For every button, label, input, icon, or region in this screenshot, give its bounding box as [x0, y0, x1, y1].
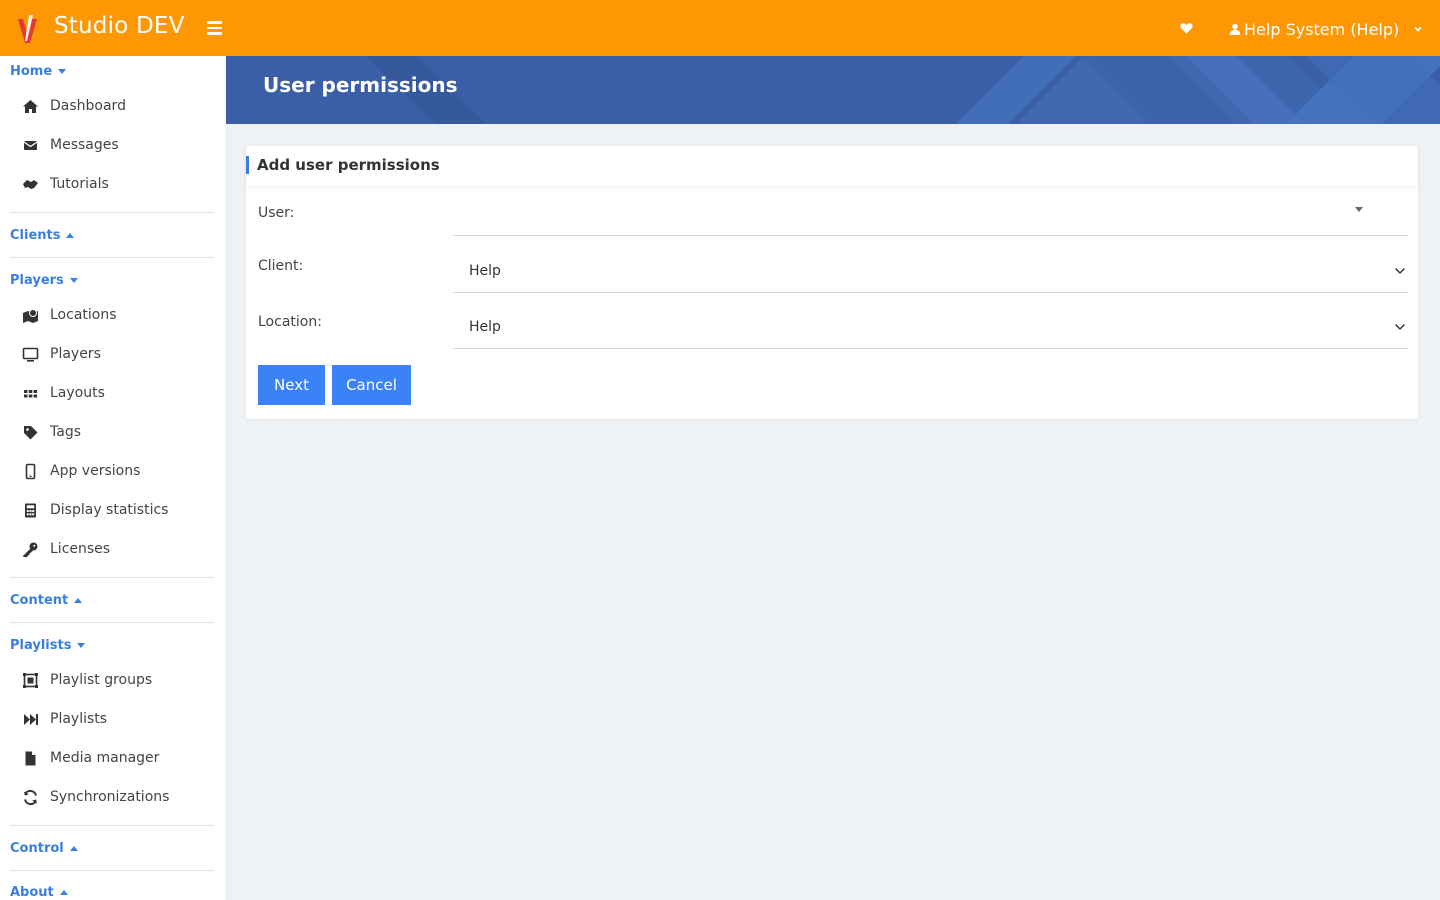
- sidebar-divider: [10, 257, 214, 258]
- user-menu[interactable]: Help System (Help): [1229, 18, 1423, 40]
- user-icon: [1229, 23, 1241, 35]
- calculator-icon: [25, 503, 36, 517]
- home-icon: [23, 99, 38, 113]
- sidebar-section-label: Playlists: [10, 638, 72, 653]
- sidebar-section-label: Home: [10, 64, 53, 79]
- page-header: User permissions: [226, 56, 1440, 124]
- chevron-down-icon: [1395, 324, 1405, 330]
- sidebar-item-licenses[interactable]: Licenses: [22, 537, 110, 561]
- user-label: User:: [258, 205, 295, 221]
- location-select[interactable]: Help: [453, 304, 1408, 349]
- handshake-icon: [23, 179, 38, 189]
- sidebar-divider: [10, 825, 214, 826]
- sidebar-item-label: Playlists: [50, 711, 108, 727]
- menu-toggle-icon[interactable]: [207, 21, 222, 35]
- sidebar-item-tags[interactable]: Tags: [22, 420, 81, 444]
- tag-icon: [24, 425, 38, 439]
- sidebar-section-playlists[interactable]: Playlists: [10, 638, 86, 653]
- sidebar-item-label: Display statistics: [50, 502, 169, 518]
- sidebar-section-label: About: [10, 885, 54, 900]
- client-label: Client:: [258, 258, 304, 274]
- location-label: Location:: [258, 314, 322, 330]
- caret-down-icon: [77, 643, 86, 648]
- sidebar-item-label: Layouts: [50, 385, 105, 401]
- envelope-icon: [23, 140, 38, 150]
- sidebar-item-label: Messages: [50, 137, 119, 153]
- sidebar-section-control[interactable]: Control: [10, 841, 78, 856]
- sidebar-divider: [10, 212, 214, 213]
- object-group-icon: [23, 672, 38, 688]
- sidebar-section-about[interactable]: About: [10, 885, 68, 900]
- location-select-value: Help: [469, 319, 501, 335]
- sidebar-item-messages[interactable]: Messages: [22, 133, 119, 157]
- app-logo[interactable]: [15, 13, 41, 45]
- sidebar-section-players[interactable]: Players: [10, 273, 78, 288]
- sidebar-item-media-manager[interactable]: Media manager: [22, 746, 159, 770]
- app-brand[interactable]: Studio DEV: [54, 13, 185, 39]
- fast-forward-icon: [24, 713, 38, 725]
- sidebar-item-synchronizations[interactable]: Synchronizations: [22, 785, 169, 809]
- user-menu-label: Help System (Help): [1244, 19, 1400, 39]
- sidebar-item-label: Synchronizations: [50, 789, 170, 805]
- sidebar-item-label: Media manager: [50, 750, 160, 766]
- card-title: Add user permissions: [257, 156, 440, 174]
- sidebar-item-tutorials[interactable]: Tutorials: [22, 172, 109, 196]
- sidebar-section-home[interactable]: Home: [10, 64, 67, 79]
- card-header: Add user permissions: [246, 146, 1418, 186]
- grid-icon: [24, 389, 38, 397]
- chevron-down-icon: [1395, 268, 1405, 274]
- sidebar-item-app-versions[interactable]: App versions: [22, 459, 140, 483]
- sidebar-item-label: Tags: [50, 424, 81, 440]
- sidebar-item-layouts[interactable]: Layouts: [22, 381, 105, 405]
- caret-up-icon: [69, 846, 78, 851]
- sidebar-item-label: Players: [50, 346, 101, 362]
- sidebar-divider: [10, 577, 214, 578]
- sidebar-item-label: Tutorials: [50, 176, 109, 192]
- map-marker-icon: [23, 308, 38, 323]
- next-button[interactable]: Next: [258, 365, 325, 405]
- sidebar-item-display-statistics[interactable]: Display statistics: [22, 498, 168, 522]
- sidebar-item-label: Locations: [50, 307, 117, 323]
- sidebar-item-players[interactable]: Players: [22, 342, 101, 366]
- sidebar-item-label: Playlist groups: [50, 672, 153, 688]
- monitor-icon: [22, 347, 39, 362]
- sidebar-item-playlists[interactable]: Playlists: [22, 707, 107, 731]
- caret-down-icon: [58, 69, 67, 74]
- top-navbar: Studio DEV Help System (Help): [0, 0, 1440, 56]
- caret-down-icon: [1355, 207, 1363, 212]
- caret-down-icon: [69, 278, 78, 283]
- sidebar-item-playlist-groups[interactable]: Playlist groups: [22, 668, 152, 692]
- sync-icon: [24, 789, 37, 805]
- user-select[interactable]: [453, 194, 1408, 236]
- sidebar-section-label: Control: [10, 841, 64, 856]
- client-select-value: Help: [469, 263, 501, 279]
- chevron-down-icon: [1414, 26, 1422, 32]
- caret-up-icon: [66, 233, 75, 238]
- sidebar-item-locations[interactable]: Locations: [22, 303, 117, 327]
- sidebar-divider: [10, 870, 214, 871]
- sidebar-section-label: Clients: [10, 228, 61, 243]
- sidebar-section-clients[interactable]: Clients: [10, 228, 75, 243]
- sidebar-item-label: Dashboard: [50, 98, 126, 114]
- sidebar-divider: [10, 622, 214, 623]
- page-title: User permissions: [263, 73, 458, 97]
- sidebar-section-label: Players: [10, 273, 64, 288]
- card-header-accent: [246, 156, 249, 174]
- sidebar-item-dashboard[interactable]: Dashboard: [22, 94, 126, 118]
- add-permissions-card: Add user permissions User: Client: Help …: [246, 146, 1418, 419]
- sidebar-section-label: Content: [10, 593, 69, 608]
- mobile-icon: [25, 463, 36, 479]
- sidebar-item-label: App versions: [50, 463, 141, 479]
- sidebar-section-content[interactable]: Content: [10, 593, 83, 608]
- key-icon: [22, 542, 38, 557]
- file-icon: [25, 751, 36, 765]
- caret-up-icon: [74, 598, 83, 603]
- sidebar: Home Dashboard Messages Tutorials Client…: [0, 56, 225, 900]
- favorite-heart-icon[interactable]: [1180, 22, 1193, 35]
- client-select[interactable]: Help: [453, 248, 1408, 293]
- caret-up-icon: [59, 890, 68, 895]
- sidebar-item-label: Licenses: [50, 541, 111, 557]
- cancel-button[interactable]: Cancel: [332, 365, 411, 405]
